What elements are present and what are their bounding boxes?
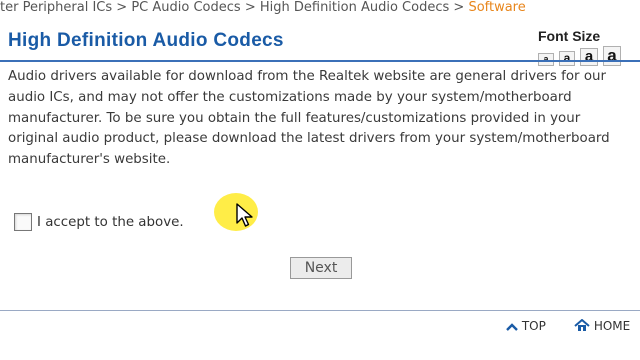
breadcrumb-item-hd-audio-codecs[interactable]: High Definition Audio Codecs <box>260 0 449 16</box>
breadcrumb: ter Peripheral ICs > PC Audio Codecs > H… <box>0 0 640 18</box>
home-link-label: HOME <box>593 319 631 333</box>
home-link[interactable]: HOME <box>574 318 631 333</box>
top-link[interactable]: TOP <box>506 319 546 333</box>
breadcrumb-current: Software <box>468 0 526 15</box>
driver-notice-text: Audio drivers available for download fro… <box>8 69 610 168</box>
home-icon <box>574 318 590 331</box>
footer-divider <box>0 310 640 311</box>
title-bar: High Definition Audio Codecs Font Size a… <box>0 24 640 66</box>
mouse-pointer-icon <box>236 203 253 227</box>
top-link-label: TOP <box>521 319 546 333</box>
breadcrumb-item-pc-audio-codecs[interactable]: PC Audio Codecs <box>131 0 240 16</box>
breadcrumb-separator: > <box>453 0 465 15</box>
font-size-buttons: aaaa <box>538 46 626 66</box>
accept-row[interactable]: I accept to the above. <box>14 213 184 231</box>
chevron-up-icon <box>506 323 518 331</box>
breadcrumb-item-peripheral-ics[interactable]: ter Peripheral ICs <box>0 0 112 16</box>
page-title: High Definition Audio Codecs <box>8 30 284 51</box>
next-button[interactable]: Next <box>290 257 352 279</box>
accept-label: I accept to the above. <box>37 215 184 230</box>
title-divider <box>0 60 640 62</box>
breadcrumb-separator: > <box>116 0 128 15</box>
font-size-large-button[interactable]: a <box>603 46 621 66</box>
font-size-small-button[interactable]: a <box>559 51 575 66</box>
font-size-medium-button[interactable]: a <box>580 48 598 66</box>
font-size-control: Font Size aaaa <box>538 28 621 66</box>
accept-checkbox[interactable] <box>14 213 32 231</box>
font-size-label: Font Size <box>538 28 601 44</box>
breadcrumb-separator: > <box>244 0 256 15</box>
